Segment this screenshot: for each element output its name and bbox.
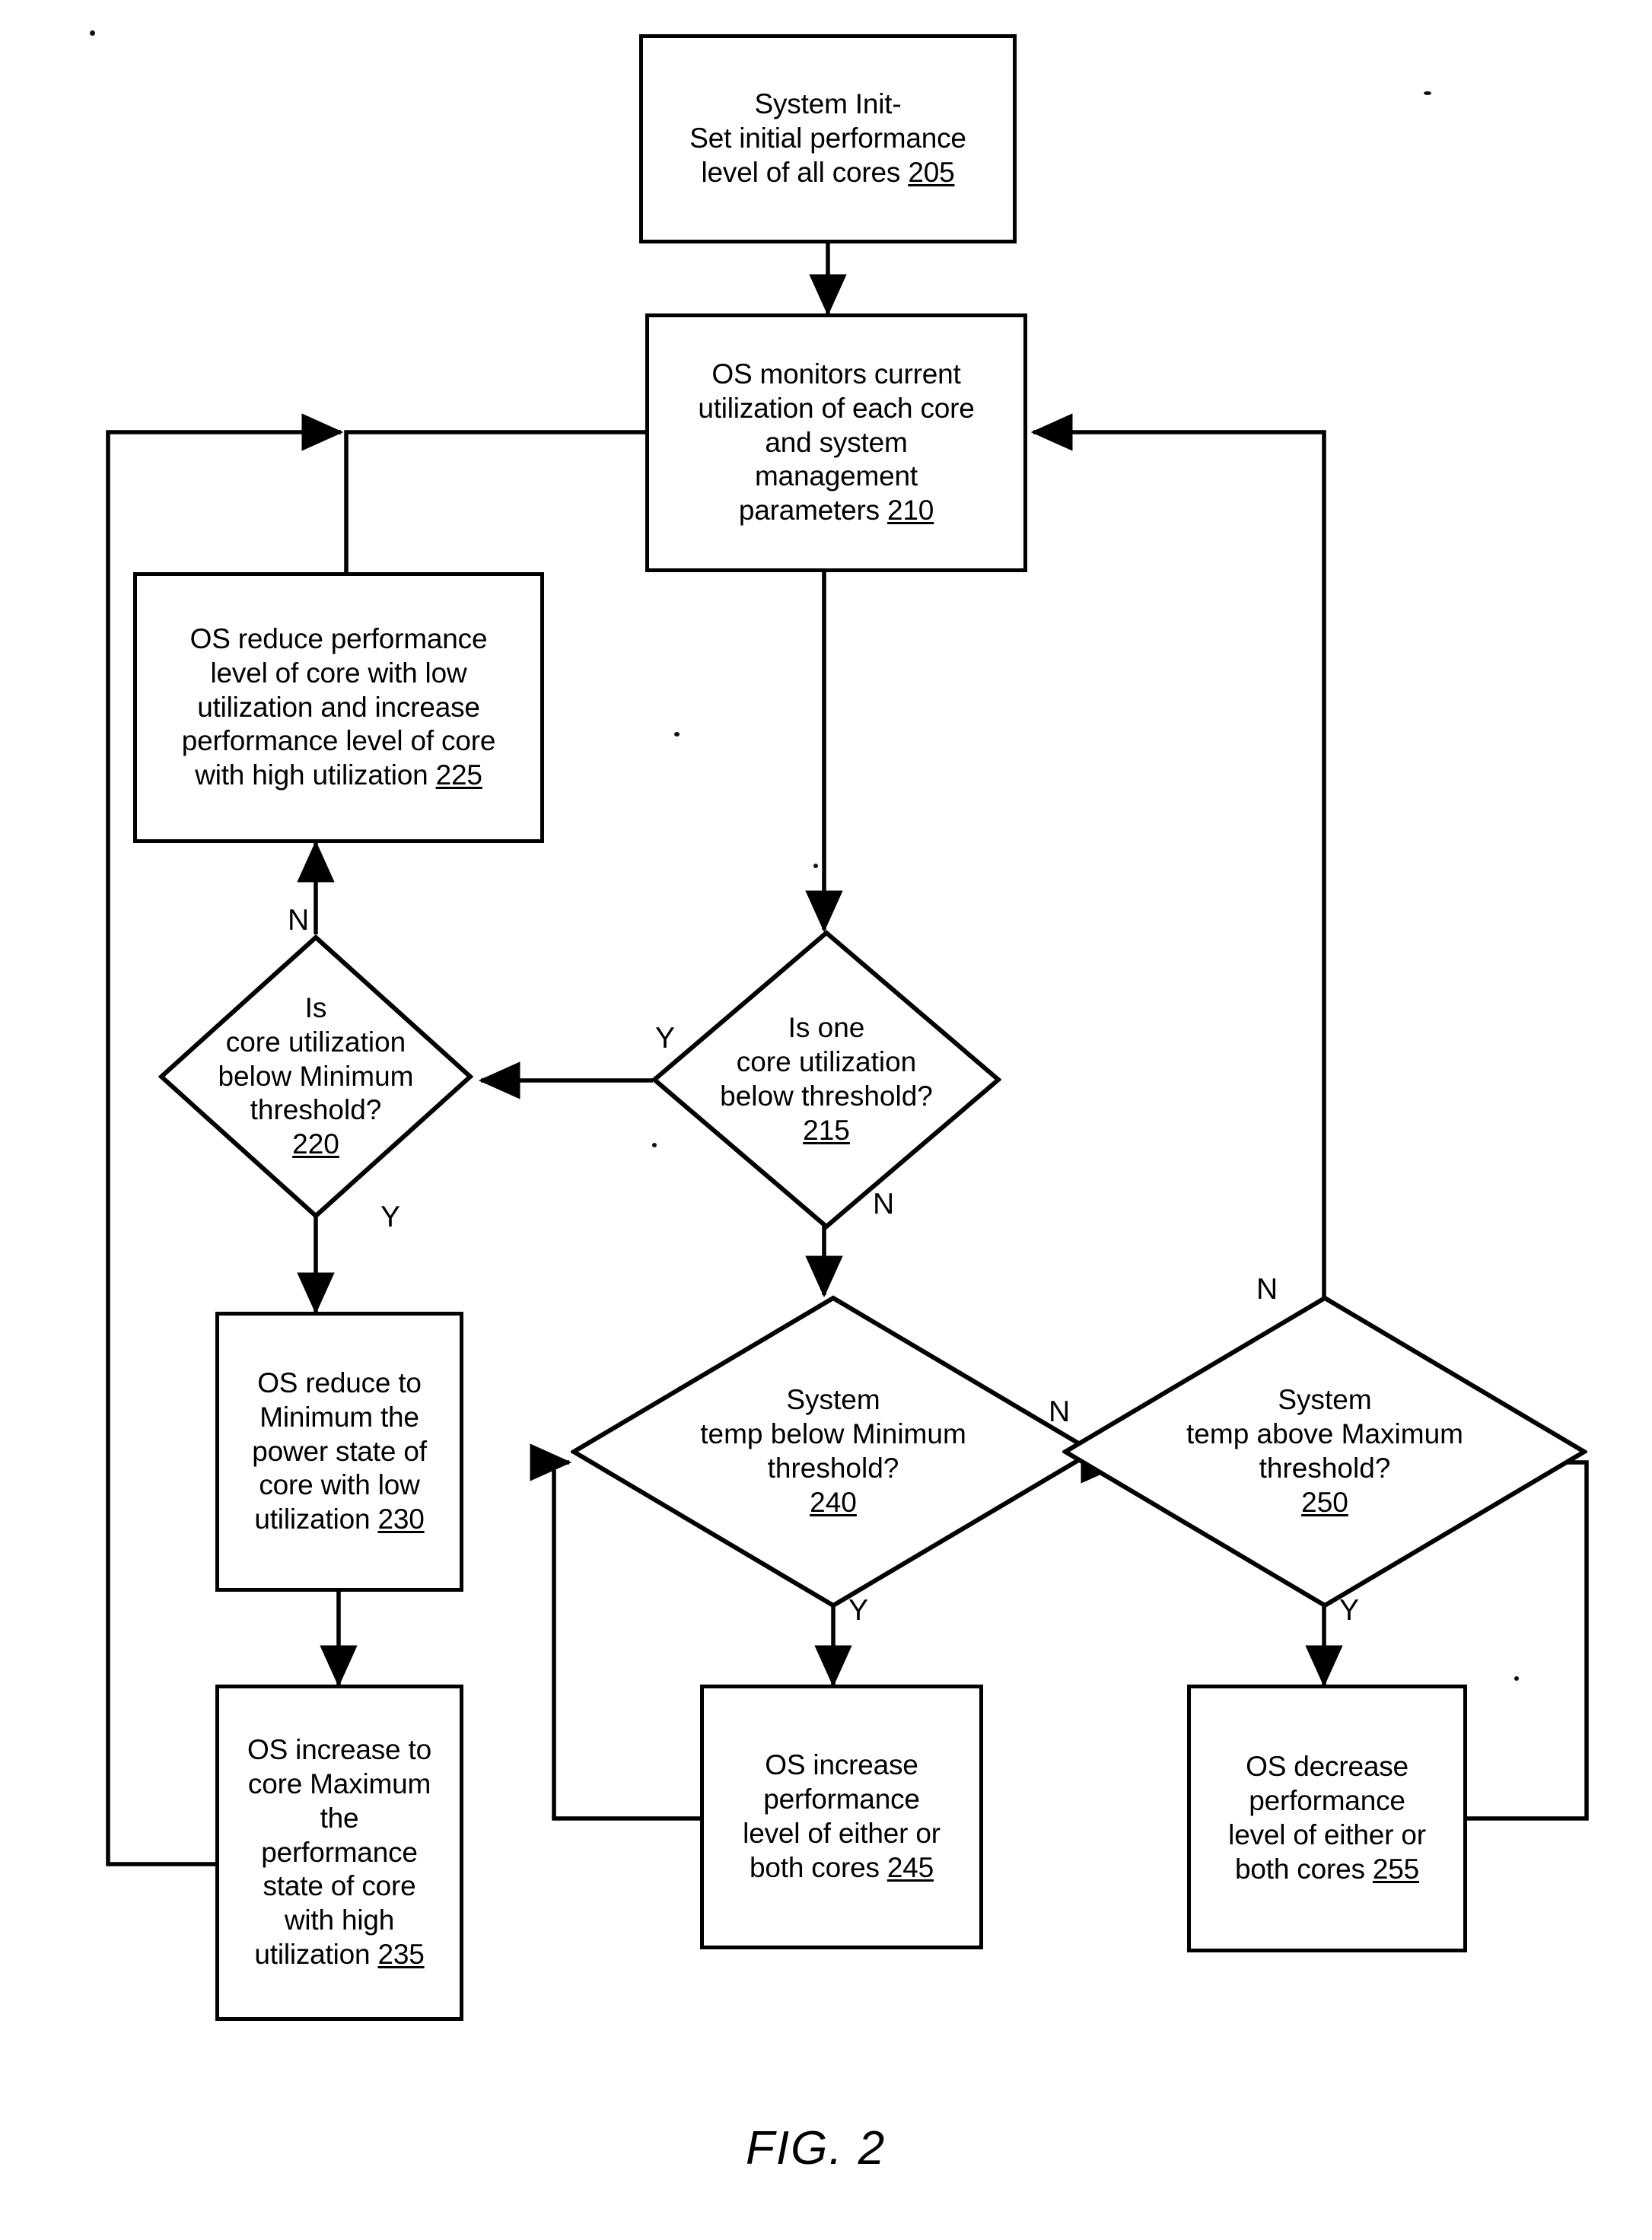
node-250-ref: 250: [1301, 1486, 1348, 1518]
node-235-text: OS increase to core Maximum the performa…: [247, 1734, 431, 1970]
branch-label-220-no: N: [288, 904, 310, 937]
node-240-label: System temp below Minimum threshold? 240: [571, 1295, 1096, 1608]
node-230-text: OS reduce to Minimum the power state of …: [252, 1367, 427, 1535]
scan-speck: [1514, 1676, 1519, 1681]
node-250-label: System temp above Maximum threshold? 250: [1062, 1295, 1587, 1608]
branch-label-215-yes: Y: [655, 1022, 676, 1055]
node-240-decision: System temp below Minimum threshold? 240: [571, 1295, 1096, 1608]
node-235-ref: 235: [377, 1938, 425, 1970]
scan-speck: [90, 30, 95, 36]
node-250-decision: System temp above Maximum threshold? 250: [1062, 1295, 1587, 1608]
scan-speck: [1424, 91, 1431, 95]
node-220-label: Is core utilization below Minimum thresh…: [158, 934, 473, 1219]
scan-speck: [813, 864, 818, 868]
branch-label-215-no: N: [873, 1188, 895, 1220]
node-205-ref: 205: [908, 156, 955, 188]
branch-label-250-yes: Y: [1339, 1594, 1360, 1627]
node-210-os-monitors: OS monitors current utilization of each …: [645, 313, 1027, 572]
scan-speck: [674, 732, 680, 737]
node-220-ref: 220: [292, 1128, 339, 1160]
node-220-text: Is core utilization below Minimum thresh…: [218, 992, 414, 1160]
node-240-text: System temp below Minimum threshold? 240: [700, 1384, 966, 1518]
node-255-os-decrease-perf: OS decrease performance level of either …: [1187, 1685, 1467, 1952]
node-215-label: Is one core utilization below threshold?…: [651, 930, 1001, 1230]
node-255-ref: 255: [1372, 1853, 1419, 1885]
node-230-os-reduce-min: OS reduce to Minimum the power state of …: [215, 1312, 463, 1592]
branch-label-240-no: N: [1049, 1395, 1071, 1428]
node-215-decision: Is one core utilization below threshold?…: [651, 930, 1001, 1230]
node-210-ref: 210: [887, 495, 934, 527]
node-225-ref: 225: [435, 759, 482, 791]
node-245-ref: 245: [886, 1851, 934, 1883]
branch-label-250-no: N: [1256, 1273, 1278, 1306]
node-245-text: OS increase performance level of either …: [743, 1749, 941, 1883]
node-225-os-reduce-increase: OS reduce performance level of core with…: [133, 572, 544, 843]
node-250-text: System temp above Maximum threshold? 250: [1186, 1384, 1463, 1518]
node-225-text: OS reduce performance level of core with…: [181, 623, 496, 791]
node-255-text: OS decrease performance level of either …: [1228, 1751, 1426, 1885]
flowchart-canvas: System Init- Set initial performance lev…: [0, 0, 1652, 2240]
node-205-text: System Init- Set initial performance lev…: [689, 88, 966, 188]
node-240-ref: 240: [810, 1486, 857, 1518]
node-215-ref: 215: [803, 1114, 850, 1146]
node-220-decision: Is core utilization below Minimum thresh…: [158, 934, 473, 1219]
node-210-text: OS monitors current utilization of each …: [698, 358, 975, 527]
node-205-system-init: System Init- Set initial performance lev…: [639, 34, 1017, 243]
scan-speck: [652, 1143, 657, 1147]
branch-label-220-yes: Y: [380, 1201, 401, 1233]
node-245-os-increase-perf: OS increase performance level of either …: [700, 1685, 983, 1949]
node-235-os-increase-max: OS increase to core Maximum the performa…: [215, 1685, 463, 2021]
branch-label-240-yes: Y: [848, 1594, 869, 1627]
edge-250-210: [1030, 413, 1326, 1322]
node-230-ref: 230: [377, 1503, 425, 1535]
node-215-text: Is one core utilization below threshold?…: [720, 1012, 933, 1146]
figure-caption: FIG. 2: [746, 2122, 886, 2175]
